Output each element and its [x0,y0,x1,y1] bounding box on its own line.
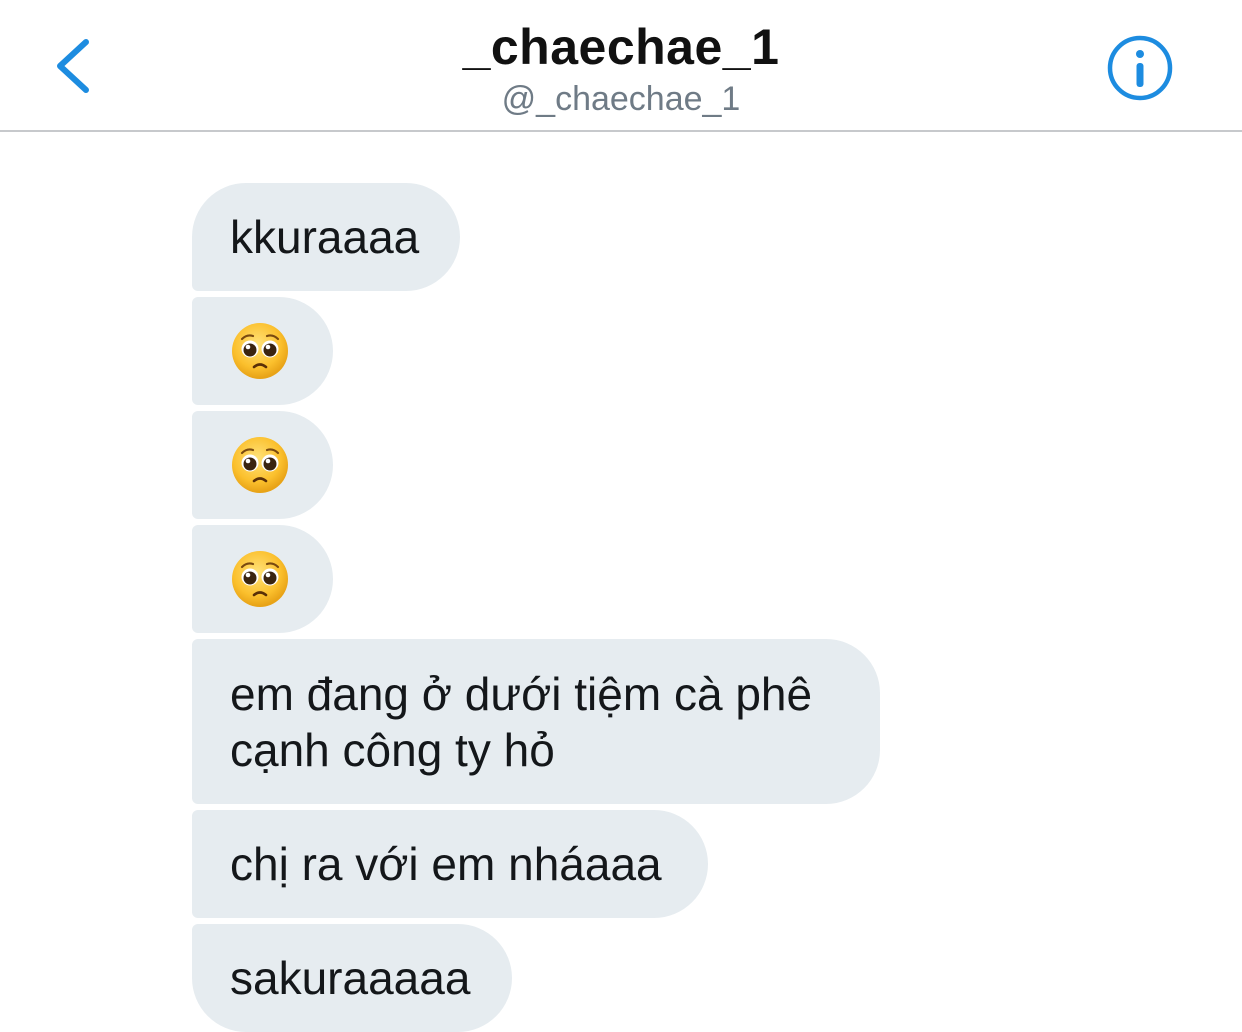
message-text: em đang ở dưới tiệm cà phê cạnh công ty … [230,666,812,778]
pleading-face-emoji-icon [232,551,288,607]
message-text-line: cạnh công ty hỏ [230,723,555,776]
pleading-face-emoji-icon [232,437,288,493]
message-text: chị ra với em nháaaa [230,838,662,890]
message-bubble[interactable] [192,525,333,633]
message-bubble[interactable]: kkuraaaa [192,183,460,291]
pleading-face-emoji-icon [232,323,288,379]
message-bubble[interactable]: sakuraaaaa [192,924,512,1032]
message-thread: kkuraaaa em đang ở dưới tiệm cà phê cạnh… [0,0,1242,1032]
message-bubble[interactable]: em đang ở dưới tiệm cà phê cạnh công ty … [192,639,880,804]
message-bubble[interactable] [192,411,333,519]
message-text: kkuraaaa [230,211,420,263]
message-bubble[interactable] [192,297,333,405]
message-text: sakuraaaaa [230,952,471,1004]
message-bubble[interactable]: chị ra với em nháaaa [192,810,708,918]
message-text-line: em đang ở dưới tiệm cà phê [230,667,813,720]
